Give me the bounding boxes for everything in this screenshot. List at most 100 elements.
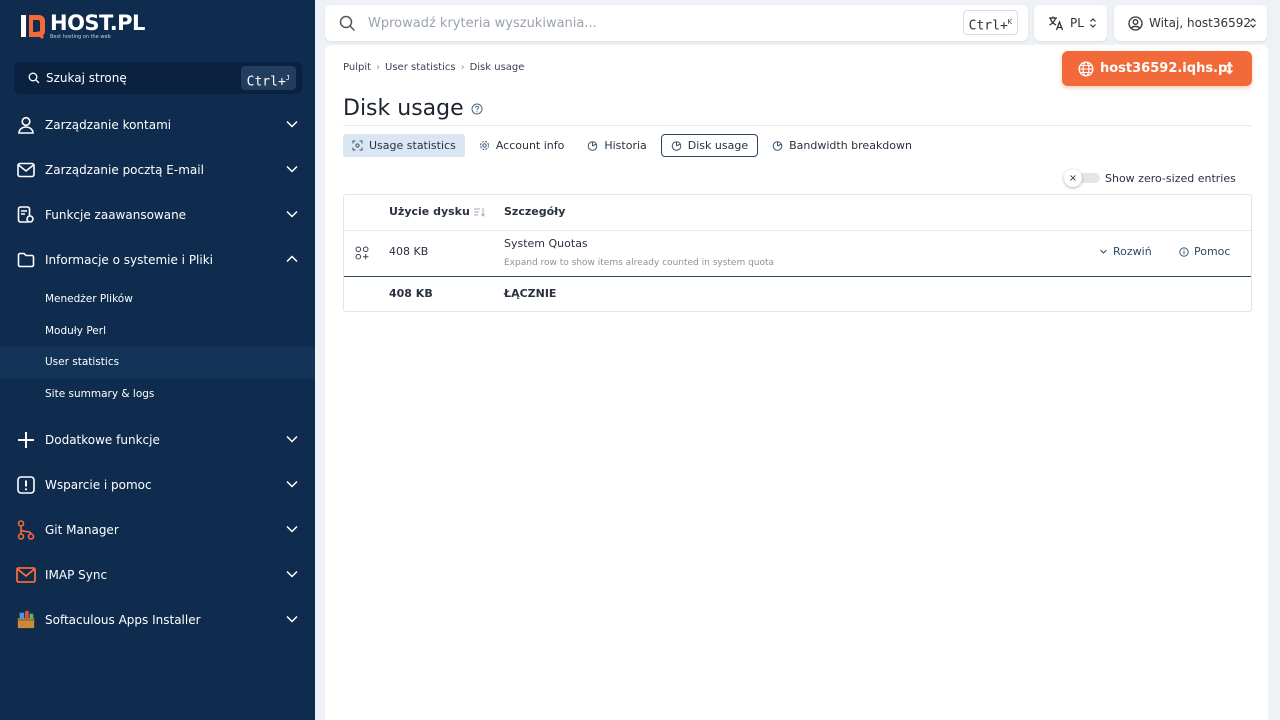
tab-usage-statistics[interactable]: Usage statistics: [343, 134, 465, 157]
tab-label: Account info: [495, 139, 565, 152]
breadcrumb-item[interactable]: Pulpit: [343, 62, 371, 73]
domain-label: host36592.iqhs.pl: [1100, 61, 1232, 76]
info-icon: [1179, 246, 1189, 257]
sidebar-item-label: Zarządzanie pocztą E-mail: [45, 162, 204, 177]
chevron-down-icon: [286, 615, 298, 623]
sidebar-item-advanced[interactable]: Funkcje zaawansowane: [0, 192, 315, 237]
logo[interactable]: HOST.PL Best hosting on the web: [20, 10, 145, 42]
sidebar-item-label: IMAP Sync: [45, 567, 108, 582]
breadcrumb-item-current: Disk usage: [469, 62, 525, 73]
sidebar-item-git-manager[interactable]: Git Manager: [0, 507, 315, 552]
search-icon: [28, 72, 40, 84]
language-label: PL: [1070, 16, 1084, 30]
row-subtitle: Expand row to show items already counted…: [504, 258, 775, 268]
chevron-updown-icon: [1090, 18, 1096, 28]
focus-icon: [352, 140, 363, 151]
sidebar-item-extra-features[interactable]: Dodatkowe funkcje: [0, 417, 315, 462]
tab-label: Disk usage: [687, 139, 749, 152]
expand-label: Rozwiń: [1113, 245, 1152, 258]
breadcrumb-item[interactable]: User statistics: [385, 62, 456, 73]
folder-icon: [16, 250, 36, 270]
plus-icon: [16, 430, 36, 450]
chevron-down-icon: [286, 435, 298, 443]
sidebar-item-email[interactable]: Zarządzanie pocztą E-mail: [0, 147, 315, 192]
sidebar-item-imap-sync[interactable]: IMAP Sync: [0, 552, 315, 597]
chevron-down-icon: [286, 480, 298, 488]
help-icon[interactable]: [471, 103, 483, 115]
chevron-down-icon: [286, 525, 298, 533]
git-icon: [16, 519, 36, 540]
table-header: Użycie dysku Szczegóły: [344, 195, 1251, 231]
sidebar-subitem-file-manager[interactable]: Menedżer Plików: [0, 284, 315, 315]
sidebar-subitem-perl-modules[interactable]: Moduły Perl: [0, 316, 315, 347]
domain-selector-button[interactable]: host36592.iqhs.pl: [1062, 51, 1252, 86]
sidebar-subitem-site-summary[interactable]: Site summary & logs: [0, 379, 315, 410]
sidebar-item-softaculous[interactable]: Softaculous Apps Installer: [0, 597, 315, 642]
chevron-down-icon: [1100, 249, 1107, 254]
page-title: Disk usage: [343, 96, 464, 121]
logo-tagline: Best hosting on the web: [50, 34, 111, 40]
sidebar-item-label: Wsparcie i pomoc: [45, 477, 152, 492]
chevron-updown-icon: [1250, 18, 1256, 28]
search-icon: [339, 15, 356, 31]
chevron-up-icon: [286, 255, 298, 263]
row-size: 408 KB: [389, 245, 429, 258]
user-greeting: Witaj, host36592: [1149, 16, 1252, 30]
chevron-right-icon: ›: [376, 62, 381, 73]
divider: [343, 125, 1252, 126]
chevron-right-icon: ›: [460, 62, 465, 73]
close-icon: ×: [1064, 169, 1082, 187]
tab-label: Historia: [604, 139, 647, 152]
column-header-details: Szczegóły: [504, 205, 566, 218]
sidebar-item-system-info[interactable]: Informacje o systemie i Pliki: [0, 237, 315, 282]
tab-bandwidth-breakdown[interactable]: Bandwidth breakdown: [763, 134, 921, 157]
chevron-down-icon: [286, 165, 298, 173]
globe-icon: [1078, 60, 1094, 77]
softaculous-icon: [16, 610, 36, 630]
translate-icon: [1049, 16, 1064, 31]
sidebar-item-support[interactable]: Wsparcie i pomoc: [0, 462, 315, 507]
user-circle-icon: [1128, 15, 1143, 31]
sidebar-item-label: Funkcje zaawansowane: [45, 207, 187, 222]
table-row[interactable]: 408 KB System Quotas Expand row to show …: [344, 231, 1251, 276]
tab-bar: Usage statistics Account info Historia D…: [343, 134, 926, 157]
chevron-down-icon: [286, 210, 298, 218]
row-title: System Quotas: [504, 237, 588, 250]
language-selector[interactable]: PL: [1034, 5, 1107, 41]
tab-account-info[interactable]: Account info: [470, 134, 574, 157]
sidebar-item-label: Softaculous Apps Installer: [45, 612, 201, 627]
sidebar-search[interactable]: Szukaj stronę Ctrl+J: [14, 62, 302, 94]
apps-group-icon: [355, 246, 369, 260]
sidebar-search-shortcut: Ctrl+J: [240, 66, 296, 90]
user-menu[interactable]: Witaj, host36592: [1114, 5, 1267, 41]
sidebar: HOST.PL Best hosting on the web Szukaj s…: [0, 0, 315, 720]
pie-chart-icon: [588, 141, 598, 151]
sort-icon[interactable]: [473, 207, 485, 217]
column-header-disk-usage[interactable]: Użycie dysku: [389, 195, 470, 229]
logo-icon: [20, 12, 46, 40]
tab-label: Usage statistics: [369, 139, 456, 152]
disk-usage-table: Użycie dysku Szczegóły 408 KB System Quo…: [343, 194, 1252, 312]
zero-size-toggle-row: × Show zero-sized entries: [1064, 169, 1236, 187]
expand-row-button[interactable]: Rozwiń: [1099, 245, 1152, 258]
chevron-updown-icon: [1226, 62, 1233, 75]
tab-history[interactable]: Historia: [578, 134, 655, 157]
mail-icon: [16, 160, 36, 180]
alert-icon: [16, 475, 36, 495]
global-search-shortcut: Ctrl+K: [962, 10, 1018, 35]
sidebar-subitem-user-statistics[interactable]: User statistics: [0, 347, 315, 378]
global-search-input[interactable]: [368, 15, 928, 31]
user-icon: [16, 115, 36, 135]
help-label: Pomoc: [1194, 245, 1231, 258]
help-button[interactable]: Pomoc: [1179, 245, 1230, 258]
pie-chart-icon: [772, 141, 783, 151]
sidebar-item-account-management[interactable]: Zarządzanie kontami: [0, 102, 315, 147]
zero-size-toggle[interactable]: ×: [1064, 169, 1100, 187]
total-label: ŁĄCZNIE: [504, 287, 557, 300]
tab-label: Bandwidth breakdown: [789, 139, 912, 152]
gear-icon: [479, 141, 489, 150]
sidebar-search-label: Szukaj stronę: [46, 71, 127, 85]
tab-disk-usage[interactable]: Disk usage: [660, 134, 759, 157]
sidebar-item-label: Zarządzanie kontami: [45, 117, 172, 132]
table-total-row: 408 KB ŁĄCZNIE: [344, 277, 1251, 311]
